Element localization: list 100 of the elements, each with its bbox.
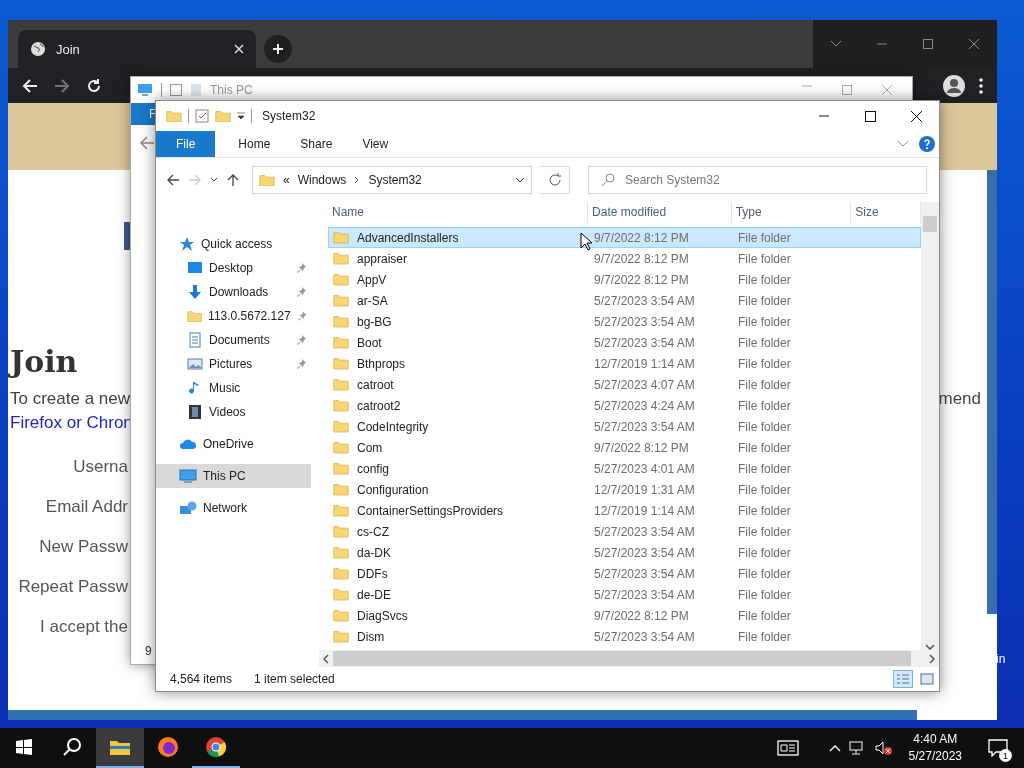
column-header[interactable]: Date modified: [588, 202, 732, 223]
status-text: 1 item selected: [254, 672, 335, 686]
file-row[interactable]: Configuration 12/7/2019 1:31 AM File folder: [328, 479, 921, 500]
file-row[interactable]: catroot2 5/27/2023 4:24 AM File folder: [328, 395, 921, 416]
ribbon-tab[interactable]: File: [156, 131, 216, 157]
up-arrow-icon: [226, 173, 240, 187]
file-row[interactable]: AppV 9/7/2022 8:12 PM File folder: [328, 269, 921, 290]
file-row[interactable]: appraiser 9/7/2022 8:12 PM File folder: [328, 248, 921, 269]
file-row[interactable]: DDFs 5/27/2023 3:54 AM File folder: [328, 563, 921, 584]
refresh-button[interactable]: [540, 166, 570, 194]
folder-icon: [333, 609, 349, 622]
nav-item[interactable]: Downloads: [156, 280, 311, 304]
nav-item[interactable]: OneDrive: [156, 432, 311, 456]
close-icon[interactable]: [882, 85, 892, 95]
vertical-scrollbar[interactable]: [921, 202, 939, 650]
breadcrumb-item[interactable]: Windows: [297, 173, 347, 187]
star-icon: [179, 236, 195, 252]
browser-tab[interactable]: Join: [18, 30, 256, 68]
avatar-icon[interactable]: [943, 74, 965, 97]
volume-muted-icon[interactable]: [874, 740, 893, 756]
column-header[interactable]: Type: [731, 202, 852, 223]
back-button[interactable]: [166, 173, 180, 187]
nav-item[interactable]: Desktop: [156, 256, 311, 280]
file-row[interactable]: DiagSvcs 9/7/2022 8:12 PM File folder: [328, 605, 921, 626]
chevron-down-icon[interactable]: [897, 140, 909, 148]
nav-item[interactable]: Quick access: [156, 232, 311, 256]
ribbon-tab[interactable]: View: [347, 131, 404, 157]
window-title: System32: [262, 109, 316, 123]
type-cell-text: File folder: [737, 587, 792, 602]
file-row[interactable]: de-DE 5/27/2023 3:54 AM File folder: [328, 584, 921, 605]
file-row[interactable]: ContainerSettingsProviders 12/7/2019 1:14 AM File folder: [328, 500, 921, 521]
nav-item[interactable]: Network: [156, 496, 311, 520]
plus-icon: [272, 43, 284, 55]
date-cell-text: 5/27/2023 3:54 AM: [593, 293, 696, 308]
date-cell-text: 12/7/2019 1:31 AM: [593, 482, 696, 497]
type-cell-text: File folder: [737, 503, 792, 518]
file-row[interactable]: cs-CZ 5/27/2023 3:54 AM File folder: [328, 521, 921, 542]
type-cell-text: File folder: [737, 398, 792, 413]
type-cell-text: File folder: [737, 419, 792, 434]
folder-icon: [333, 630, 349, 643]
nav-item[interactable]: 113.0.5672.127: [156, 304, 311, 328]
folder-icon: [333, 294, 349, 307]
file-name-cell: cs-CZ: [329, 524, 590, 539]
file-row[interactable]: catroot 5/27/2023 4:07 AM File folder: [328, 374, 921, 395]
ribbon-tab[interactable]: Share: [285, 131, 348, 157]
scrollbar-thumb[interactable]: [923, 216, 937, 232]
menu-icon[interactable]: [979, 77, 983, 94]
taskbar-app-button[interactable]: [96, 728, 144, 768]
file-name-cell: DiagSvcs: [329, 608, 590, 623]
nav-item[interactable]: Pictures: [156, 352, 311, 376]
thumbnail-view-button[interactable]: [917, 670, 937, 688]
search-field[interactable]: Search System32: [588, 166, 927, 194]
breadcrumb-item[interactable]: System32: [368, 173, 422, 187]
file-row[interactable]: bg-BG 5/27/2023 3:54 AM File folder: [328, 311, 921, 332]
date-cell-text: 5/27/2023 3:54 AM: [593, 314, 696, 329]
column-header[interactable]: Name: [328, 202, 589, 223]
file-row[interactable]: da-DK 5/27/2023 3:54 AM File folder: [328, 542, 921, 563]
new-tab-button[interactable]: [264, 35, 292, 63]
maximize-icon[interactable]: [842, 85, 852, 95]
breadcrumb-overflow[interactable]: «: [283, 173, 290, 187]
date-cell-text: 5/27/2023 3:54 AM: [593, 566, 696, 581]
file-row[interactable]: Dism 5/27/2023 3:54 AM File folder: [328, 626, 921, 647]
maximize-icon: [864, 110, 876, 122]
file-row[interactable]: CodeIntegrity 5/27/2023 3:54 AM File folder: [328, 416, 921, 437]
forward-icon: [188, 173, 202, 187]
clock[interactable]: 4:40 AM 5/27/2023: [908, 731, 962, 765]
reload-icon[interactable]: [86, 77, 102, 94]
forward-icon[interactable]: [54, 77, 70, 94]
notification-button[interactable]: 1: [978, 728, 1018, 768]
help-icon[interactable]: [919, 136, 935, 152]
folder-icon: [333, 588, 349, 601]
file-row[interactable]: ar-SA 5/27/2023 3:54 AM File folder: [328, 290, 921, 311]
file-row[interactable]: Boot 5/27/2023 3:54 AM File folder: [328, 332, 921, 353]
file-name-cell: CodeIntegrity: [329, 419, 590, 434]
file-row[interactable]: AdvancedInstallers 9/7/2022 8:12 PM File folder: [328, 227, 921, 248]
address-bar[interactable]: « Windows System32: [252, 166, 532, 194]
type-cell-text: File folder: [737, 482, 792, 497]
ribbon-tab[interactable]: Home: [223, 131, 286, 157]
type-cell-text: File folder: [737, 314, 792, 329]
type-cell-text: File folder: [737, 461, 792, 476]
chevron-right-icon: [354, 176, 361, 184]
nav-item[interactable]: Videos: [156, 400, 311, 424]
news-icon[interactable]: [776, 740, 799, 756]
file-row[interactable]: Bthprops 12/7/2019 1:14 AM File folder: [328, 353, 921, 374]
intro-text: To create a new: [10, 389, 130, 409]
date-cell-text: 5/27/2023 4:07 AM: [593, 377, 696, 392]
up-button[interactable]: [226, 173, 240, 187]
nav-item[interactable]: Music: [156, 376, 311, 400]
nav-item[interactable]: This PC: [156, 464, 311, 488]
chevron-up-icon[interactable]: [828, 744, 841, 752]
date-cell-text: 9/7/2022 8:12 PM: [593, 230, 690, 245]
file-row[interactable]: Com 9/7/2022 8:12 PM File folder: [328, 437, 921, 458]
folder-icon: [333, 273, 349, 286]
scrollbar-thumb[interactable]: [333, 651, 911, 666]
date-cell-text: 5/27/2023 4:01 AM: [593, 461, 696, 476]
file-row[interactable]: config 5/27/2023 4:01 AM File folder: [328, 458, 921, 479]
browser-logo-icon: [205, 736, 227, 758]
recent-button[interactable]: [210, 177, 218, 183]
nav-item[interactable]: Documents: [156, 328, 311, 352]
horizontal-scrollbar[interactable]: [319, 650, 939, 667]
